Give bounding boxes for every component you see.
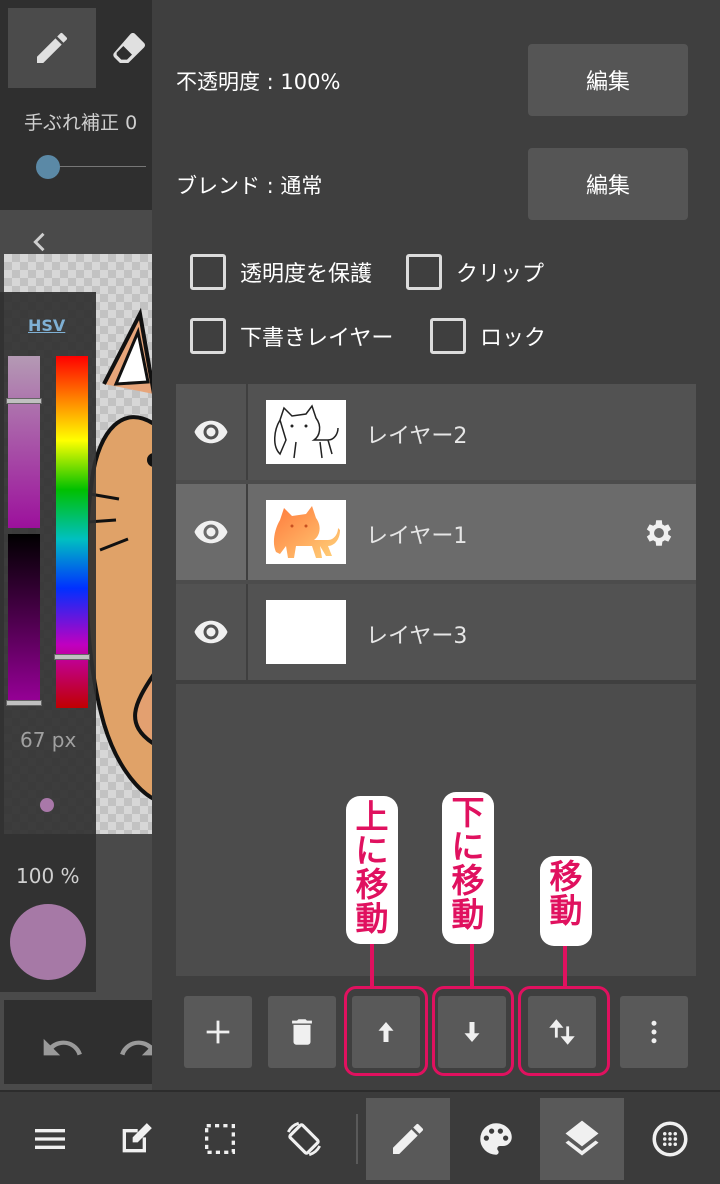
undo-icon: [43, 1038, 82, 1056]
callout-connector: [563, 946, 567, 988]
layer-name: レイヤー1: [366, 524, 468, 549]
callout-connector: [470, 944, 474, 988]
layer-row[interactable]: レイヤー3: [176, 584, 696, 680]
brush-size-preview: [40, 798, 54, 812]
slider-handle[interactable]: [6, 700, 42, 706]
visibility-toggle[interactable]: [176, 584, 248, 680]
brush-opacity-label[interactable]: 100 %: [16, 864, 80, 888]
lock-checkbox[interactable]: ロック: [430, 318, 546, 354]
draft-layer-checkbox[interactable]: 下書きレイヤー: [190, 318, 393, 354]
callout-connector: [370, 944, 374, 988]
eraser-icon: [113, 33, 145, 63]
eraser-tool-button[interactable]: [100, 8, 152, 88]
clip-checkbox[interactable]: クリップ: [406, 254, 544, 290]
checkbox-label: 下書きレイヤー: [240, 326, 394, 351]
edit-canvas-icon: [122, 1123, 152, 1153]
protect-alpha-checkbox[interactable]: 透明度を保護: [190, 254, 372, 290]
stabilizer-label: 手ぶれ補正 0: [24, 112, 138, 134]
collapse-panel-button[interactable]: [26, 228, 54, 260]
layer-opacity-label: 不透明度 : 100%: [176, 70, 341, 94]
selection-icon: [205, 1124, 235, 1154]
layer-row[interactable]: レイヤー2: [176, 384, 696, 480]
layer-thumbnail: [266, 600, 346, 664]
delete-layer-button[interactable]: [268, 996, 336, 1068]
rotate-screen-icon: [287, 1121, 321, 1157]
hsv-mode-tab[interactable]: HSV: [28, 316, 65, 335]
cat-color-thumbnail: [273, 506, 340, 558]
layer-thumbnail: [266, 500, 346, 564]
palette-button[interactable]: [454, 1098, 538, 1180]
move-layer-button[interactable]: [528, 996, 596, 1068]
menu-button[interactable]: [8, 1098, 92, 1180]
checkbox-box[interactable]: [406, 254, 442, 290]
bottom-navigation: [0, 1090, 720, 1184]
rotate-screen-button[interactable]: [262, 1098, 346, 1180]
layer-name: レイヤー3: [366, 624, 468, 649]
checkbox-box[interactable]: [190, 254, 226, 290]
checkbox-label: 透明度を保護: [240, 262, 373, 287]
material-icon: [652, 1121, 688, 1157]
callout-move-down: 下に移動: [442, 792, 494, 944]
value-slider[interactable]: [6, 534, 42, 706]
gear-icon: [646, 520, 672, 546]
layer-thumbnail: [266, 400, 346, 464]
layer-settings-button[interactable]: [642, 516, 676, 554]
checkbox-box[interactable]: [190, 318, 226, 354]
material-button[interactable]: [628, 1098, 712, 1180]
layer-name: レイヤー2: [366, 424, 468, 449]
menu-icon: [35, 1129, 65, 1149]
cat-sketch-thumbnail: [274, 404, 339, 459]
slider-thumb[interactable]: [36, 155, 60, 179]
brush-button[interactable]: [366, 1098, 450, 1180]
visibility-toggle[interactable]: [176, 384, 248, 480]
saturation-slider[interactable]: [6, 356, 42, 528]
callout-move: 移動: [540, 856, 592, 946]
layers-button[interactable]: [540, 1098, 624, 1180]
eye-icon: [194, 620, 228, 644]
checkbox-label: クリップ: [456, 262, 545, 287]
move-layer-up-button[interactable]: [352, 996, 420, 1068]
current-color-swatch[interactable]: [10, 904, 86, 980]
more-vertical-icon: [651, 1020, 657, 1044]
stabilizer-slider[interactable]: [30, 152, 146, 182]
selection-button[interactable]: [178, 1098, 262, 1180]
eye-icon: [194, 520, 228, 544]
add-icon: [206, 1020, 230, 1044]
edit-opacity-button[interactable]: 編集: [528, 44, 688, 116]
move-layer-down-button[interactable]: [438, 996, 506, 1068]
pencil-icon: [37, 32, 68, 63]
canvas-edit-button[interactable]: [94, 1098, 178, 1180]
brush-icon: [393, 1123, 424, 1154]
edit-blend-button[interactable]: 編集: [528, 148, 688, 220]
brush-size-label[interactable]: 67 px: [20, 728, 76, 752]
slider-handle[interactable]: [54, 654, 90, 660]
palette-icon: [480, 1123, 512, 1155]
eye-icon: [194, 420, 228, 444]
callout-move-up: 上に移動: [346, 796, 398, 944]
layer-list: レイヤー2 レイヤー1 レイヤー3: [176, 384, 696, 976]
add-layer-button[interactable]: [184, 996, 252, 1068]
hue-slider[interactable]: [54, 356, 90, 708]
more-options-button[interactable]: [620, 996, 688, 1068]
layers-icon: [565, 1120, 599, 1156]
swap-vertical-icon: [549, 1019, 575, 1045]
nav-separator: [356, 1114, 358, 1164]
pencil-tool-button[interactable]: [8, 8, 96, 88]
layer-row-selected[interactable]: レイヤー1: [176, 484, 696, 580]
slider-handle[interactable]: [6, 398, 42, 404]
arrow-down-icon: [464, 1022, 480, 1042]
checkbox-label: ロック: [480, 326, 547, 351]
visibility-toggle[interactable]: [176, 484, 248, 580]
list-divider: [176, 680, 696, 684]
arrow-up-icon: [378, 1022, 394, 1042]
checkbox-box[interactable]: [430, 318, 466, 354]
undo-button[interactable]: [40, 1026, 84, 1074]
trash-icon: [292, 1019, 312, 1045]
blend-mode-label: ブレンド : 通常: [176, 174, 323, 198]
chevron-left-icon: [33, 232, 45, 252]
